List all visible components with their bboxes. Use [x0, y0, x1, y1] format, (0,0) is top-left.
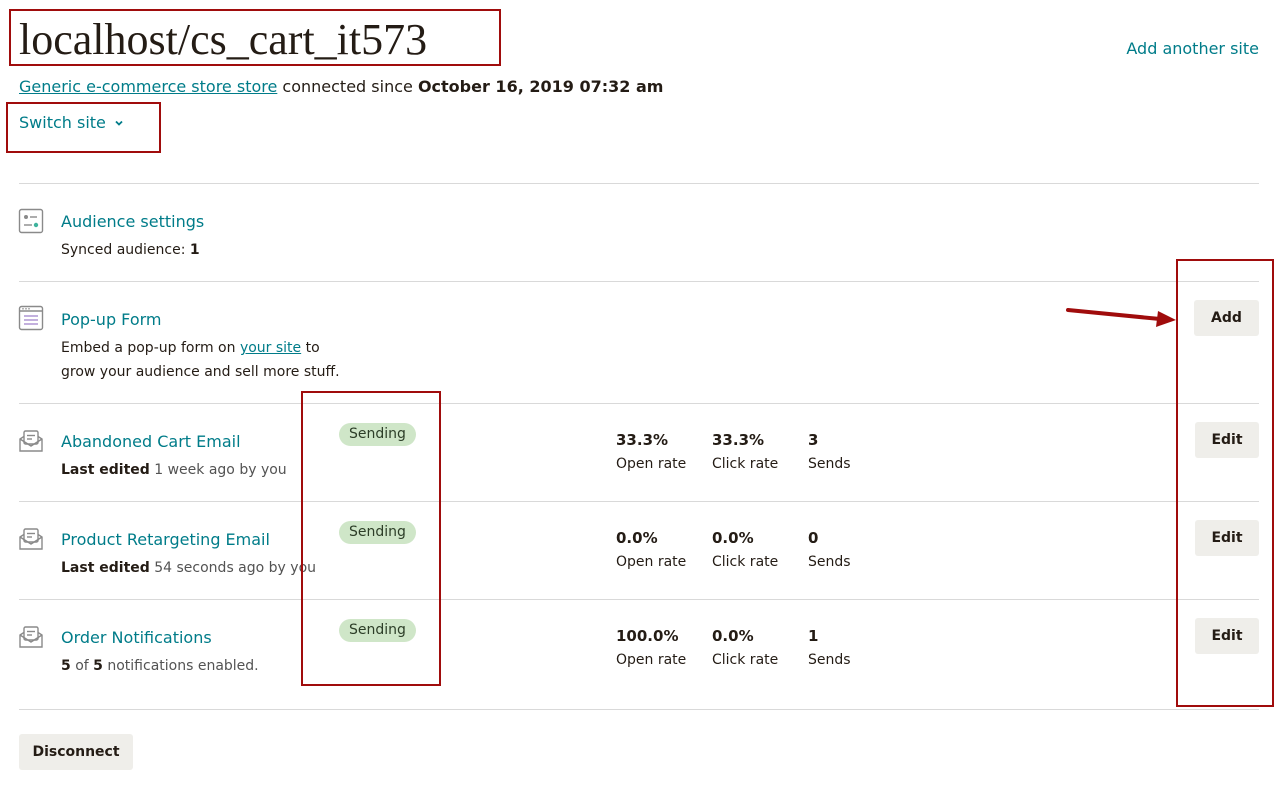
- connected-date: October 16, 2019 07:32 am: [417, 77, 664, 96]
- connected-info: Generic e-commerce store store connected…: [19, 76, 663, 98]
- sends-label: Sends: [808, 554, 851, 570]
- sends-label: Sends: [808, 652, 851, 668]
- popup-form-description-line2: grow your audience and sell more stuff.: [61, 364, 340, 380]
- notifications-enabled-info: 5 of 5 notifications enabled.: [61, 658, 259, 674]
- last-edited-info: Last edited 1 week ago by you: [61, 462, 287, 478]
- click-rate-value: 0.0%: [712, 627, 754, 645]
- divider: [19, 183, 1259, 184]
- annotation-box-status: [301, 391, 441, 686]
- synced-audience: Synced audience: 1: [61, 242, 200, 258]
- audience-settings-icon: [18, 208, 44, 234]
- store-link[interactable]: Generic e-commerce store store: [19, 77, 277, 96]
- order-notifications-link[interactable]: Order Notifications: [61, 627, 212, 649]
- last-edited-info: Last edited 54 seconds ago by you: [61, 560, 317, 576]
- popup-form-description: Embed a pop-up form on your site to: [61, 340, 320, 356]
- divider: [19, 281, 1259, 282]
- sends-value: 1: [808, 627, 819, 645]
- product-retargeting-email-link[interactable]: Product Retargeting Email: [61, 529, 270, 551]
- abandoned-cart-email-link[interactable]: Abandoned Cart Email: [61, 431, 241, 453]
- divider: [19, 599, 1259, 600]
- open-rate-label: Open rate: [616, 652, 687, 668]
- connected-since-text: connected since: [277, 77, 418, 96]
- annotation-box-title: [9, 9, 501, 66]
- add-another-site-link[interactable]: Add another site: [1126, 38, 1259, 60]
- disconnect-button[interactable]: Disconnect: [19, 734, 133, 770]
- click-rate-label: Click rate: [712, 652, 779, 668]
- open-rate-value: 100.0%: [616, 627, 679, 645]
- annotation-arrow-icon: [1066, 308, 1176, 327]
- email-icon: [19, 430, 43, 452]
- open-rate-label: Open rate: [616, 554, 687, 570]
- click-rate-label: Click rate: [712, 456, 779, 472]
- synced-audience-count: 1: [189, 242, 200, 258]
- sends-label: Sends: [808, 456, 851, 472]
- annotation-box-buttons: [1176, 259, 1274, 707]
- sends-value: 0: [808, 529, 819, 547]
- click-rate-value: 0.0%: [712, 529, 754, 547]
- open-rate-value: 33.3%: [616, 431, 669, 449]
- open-rate-label: Open rate: [616, 456, 687, 472]
- audience-settings-link[interactable]: Audience settings: [61, 211, 204, 233]
- email-icon: [19, 626, 43, 648]
- divider: [19, 403, 1259, 404]
- click-rate-value: 33.3%: [712, 431, 765, 449]
- popup-form-link[interactable]: Pop-up Form: [61, 309, 161, 331]
- click-rate-label: Click rate: [712, 554, 779, 570]
- divider: [19, 709, 1259, 710]
- annotation-box-switch-site: [6, 102, 161, 153]
- your-site-link[interactable]: your site: [240, 340, 301, 356]
- open-rate-value: 0.0%: [616, 529, 658, 547]
- divider: [19, 501, 1259, 502]
- sends-value: 3: [808, 431, 819, 449]
- email-icon: [19, 528, 43, 550]
- popup-form-icon: [18, 305, 44, 331]
